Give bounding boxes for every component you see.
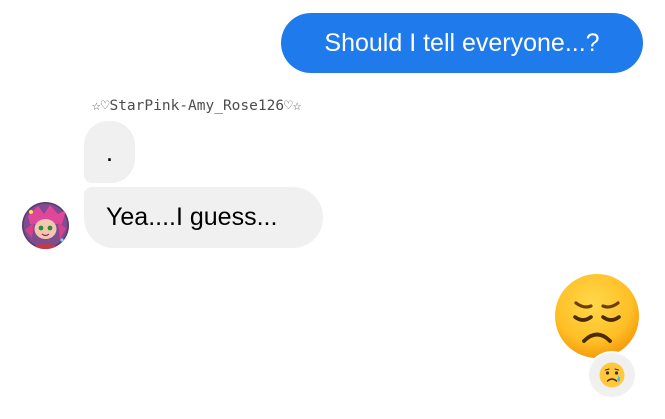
- incoming-message-text: Yea....I guess...: [106, 203, 278, 231]
- disappointed-face-emoji[interactable]: [554, 273, 640, 359]
- incoming-message-bubble[interactable]: .: [84, 121, 135, 183]
- sender-name: ☆♡StarPink-Amy_Rose126♡☆: [92, 98, 302, 114]
- incoming-message-text: .: [105, 136, 114, 167]
- incoming-message-bubble[interactable]: Yea....I guess...: [84, 187, 323, 248]
- outgoing-message-bubble[interactable]: Should I tell everyone...?: [281, 13, 643, 73]
- outgoing-message-text: Should I tell everyone...?: [324, 28, 600, 57]
- sender-avatar[interactable]: [22, 202, 69, 249]
- crying-face-icon: [599, 362, 625, 388]
- crying-face-reaction[interactable]: [587, 351, 637, 399]
